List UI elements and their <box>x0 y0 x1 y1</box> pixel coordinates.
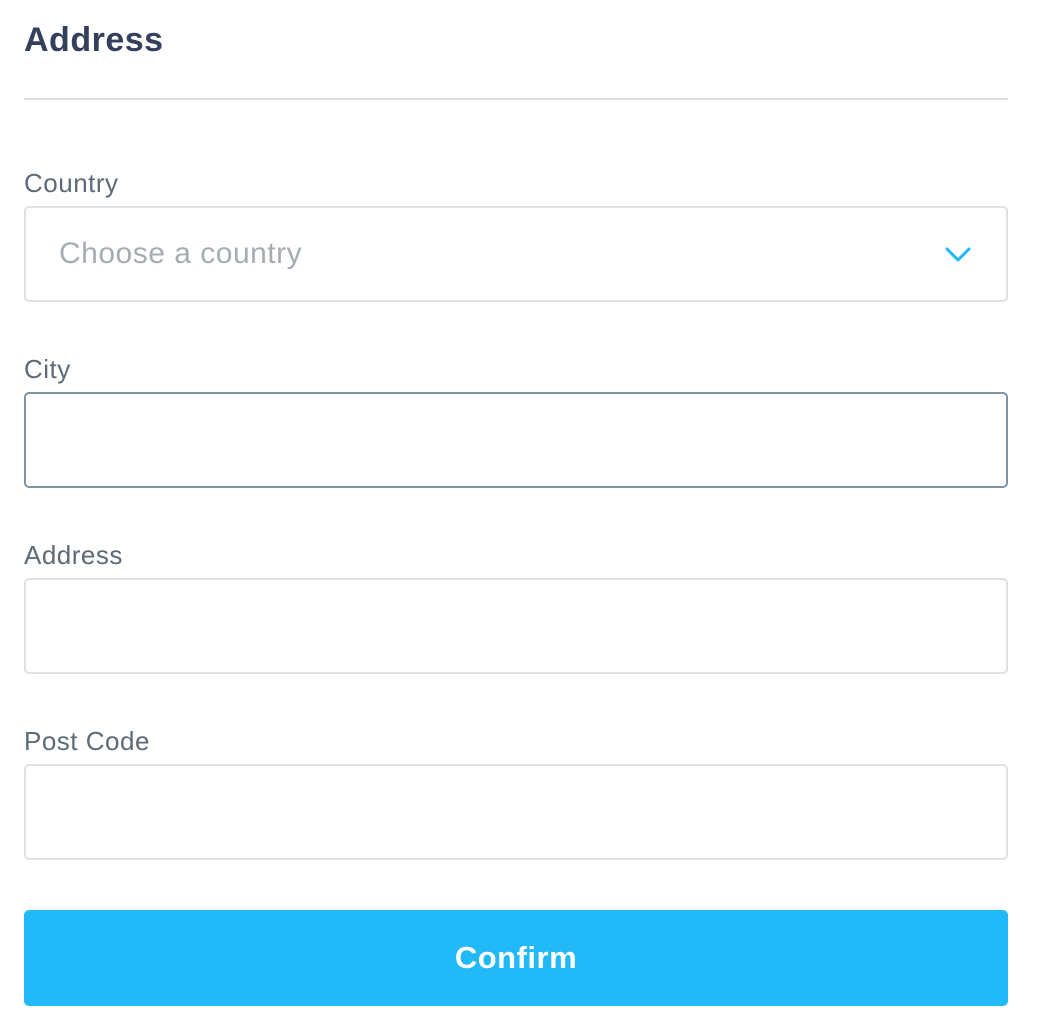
country-select[interactable]: Choose a country <box>24 206 1008 302</box>
post-code-input[interactable] <box>26 766 1006 858</box>
address-label: Address <box>24 540 123 570</box>
address-input[interactable] <box>26 580 1006 672</box>
address-field[interactable] <box>24 578 1008 674</box>
post-code-field[interactable] <box>24 764 1008 860</box>
title-divider <box>24 98 1008 100</box>
city-input[interactable] <box>26 394 1006 486</box>
chevron-down-icon <box>945 247 971 262</box>
city-label: City <box>24 354 71 384</box>
country-label: Country <box>24 168 119 198</box>
form-title: Address <box>24 21 164 59</box>
post-code-label: Post Code <box>24 726 150 756</box>
confirm-button[interactable]: Confirm <box>24 910 1008 1006</box>
country-select-placeholder: Choose a country <box>59 237 303 270</box>
city-field[interactable] <box>24 392 1008 488</box>
